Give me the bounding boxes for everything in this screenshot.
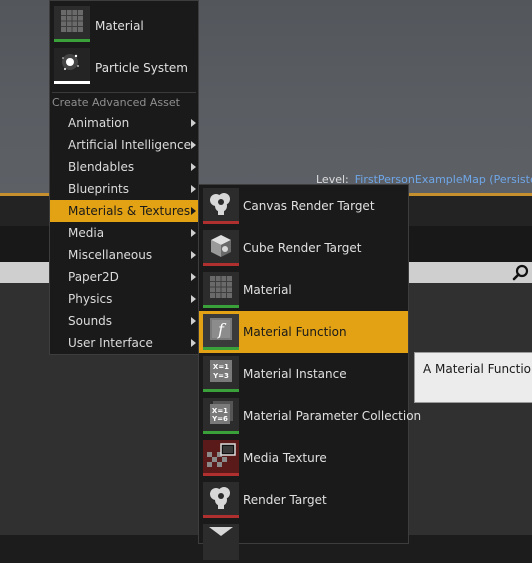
submenu-arrow-icon: [191, 163, 196, 171]
menu-item-material[interactable]: Material: [199, 269, 408, 311]
material-color-bar: [54, 39, 90, 42]
render-target-icon: [203, 482, 239, 518]
submenu-arrow-icon: [191, 251, 196, 259]
category-label: Paper2D: [68, 270, 119, 284]
submenu-item-label: Cube Render Target: [243, 241, 362, 255]
material-color-bar: [203, 305, 239, 308]
menu-separator: [52, 92, 196, 93]
category-label: Artificial Intelligence: [68, 138, 191, 152]
menu-item-label: Particle System: [95, 61, 188, 75]
search-icon[interactable]: [512, 264, 530, 282]
submenu-arrow-icon: [191, 119, 196, 127]
menu-category-user-interface[interactable]: User Interface: [50, 332, 198, 354]
menu-category-sounds[interactable]: Sounds: [50, 310, 198, 332]
material-color-bar: [203, 431, 239, 434]
category-label: Blendables: [68, 160, 135, 174]
submenu-arrow-icon: [191, 141, 196, 149]
submenu-item-label: Render Target: [243, 493, 327, 507]
menu-category-blueprints[interactable]: Blueprints: [50, 178, 198, 200]
material-parameter-collection-icon: X=1 Y=6: [203, 398, 239, 434]
menu-item-render-target[interactable]: Render Target: [199, 479, 408, 521]
svg-text:X=1: X=1: [213, 363, 229, 371]
render-target-color-bar: [203, 263, 239, 266]
submenu-arrow-icon: [191, 295, 196, 303]
menu-category-physics[interactable]: Physics: [50, 288, 198, 310]
category-label: Media: [68, 226, 105, 240]
svg-text:X=1: X=1: [212, 407, 228, 415]
material-function-icon: f: [203, 314, 239, 350]
menu-category-artificial-intelligence[interactable]: Artificial Intelligence: [50, 134, 198, 156]
svg-text:Y=6: Y=6: [211, 415, 228, 423]
menu-item-particle-system[interactable]: Particle System: [50, 46, 198, 88]
submenu-arrow-icon: [191, 339, 196, 347]
submenu-arrow-icon: [191, 229, 196, 237]
render-target-color-bar: [203, 473, 239, 476]
cube-render-target-icon: [203, 230, 239, 266]
menu-category-blendables[interactable]: Blendables: [50, 156, 198, 178]
render-target-color-bar: [203, 221, 239, 224]
particle-system-icon: [54, 48, 90, 84]
submenu-arrow-icon: [191, 317, 196, 325]
material-icon: [54, 6, 90, 42]
menu-item-label: Material: [95, 19, 144, 33]
category-label: Animation: [68, 116, 130, 130]
category-label: User Interface: [68, 336, 153, 350]
submenu-arrow-icon: [191, 273, 196, 281]
material-instance-icon: X=1 Y=3: [203, 356, 239, 392]
category-label: Materials & Textures: [68, 204, 191, 218]
submenu-arrow-icon: [191, 185, 196, 193]
create-asset-menu: Material Particle System Create Advanced…: [49, 0, 199, 355]
menu-category-media[interactable]: Media: [50, 222, 198, 244]
submenu-arrow-icon: [191, 207, 196, 215]
submenu-item-label: Material: [243, 283, 292, 297]
media-texture-icon: [203, 440, 239, 476]
category-label: Sounds: [68, 314, 113, 328]
menu-item-canvas-render-target[interactable]: Canvas Render Target: [199, 185, 408, 227]
canvas-render-target-icon: [203, 188, 239, 224]
category-label: Miscellaneous: [68, 248, 153, 262]
menu-category-materials-textures[interactable]: Materials & Textures: [50, 200, 198, 222]
category-label: Physics: [68, 292, 113, 306]
material-color-bar: [203, 389, 239, 392]
particle-color-bar: [54, 81, 90, 84]
menu-item-partial[interactable]: [199, 521, 408, 563]
menu-item-material-parameter-collection[interactable]: X=1 Y=6 Material Parameter Collection: [199, 395, 421, 437]
menu-item-media-texture[interactable]: Media Texture: [199, 437, 408, 479]
menu-item-material[interactable]: Material: [50, 4, 198, 46]
texture-icon: [203, 524, 239, 560]
submenu-item-label: Material Parameter Collection: [243, 409, 422, 423]
menu-item-material-function[interactable]: f Material Function: [199, 311, 408, 353]
submenu-item-label: Material Function: [243, 325, 347, 339]
menu-category-animation[interactable]: Animation: [50, 112, 198, 134]
tooltip: A Material Function: [414, 352, 532, 403]
menu-item-cube-render-target[interactable]: Cube Render Target: [199, 227, 408, 269]
submenu-item-label: Canvas Render Target: [243, 199, 375, 213]
material-icon: [203, 272, 239, 308]
submenu-item-label: Media Texture: [243, 451, 327, 465]
menu-category-miscellaneous[interactable]: Miscellaneous: [50, 244, 198, 266]
menu-item-material-instance[interactable]: X=1 Y=3 Material Instance: [199, 353, 408, 395]
render-target-color-bar: [203, 515, 239, 518]
submenu-item-label: Material Instance: [243, 367, 347, 381]
section-header: Create Advanced Asset: [52, 96, 180, 109]
tooltip-text: A Material Function: [423, 362, 532, 376]
menu-category-paper2d[interactable]: Paper2D: [50, 266, 198, 288]
svg-text:Y=3: Y=3: [212, 372, 229, 380]
material-color-bar: [203, 347, 239, 350]
materials-textures-submenu: Canvas Render Target Cube Render Target: [198, 184, 421, 560]
category-label: Blueprints: [68, 182, 130, 196]
